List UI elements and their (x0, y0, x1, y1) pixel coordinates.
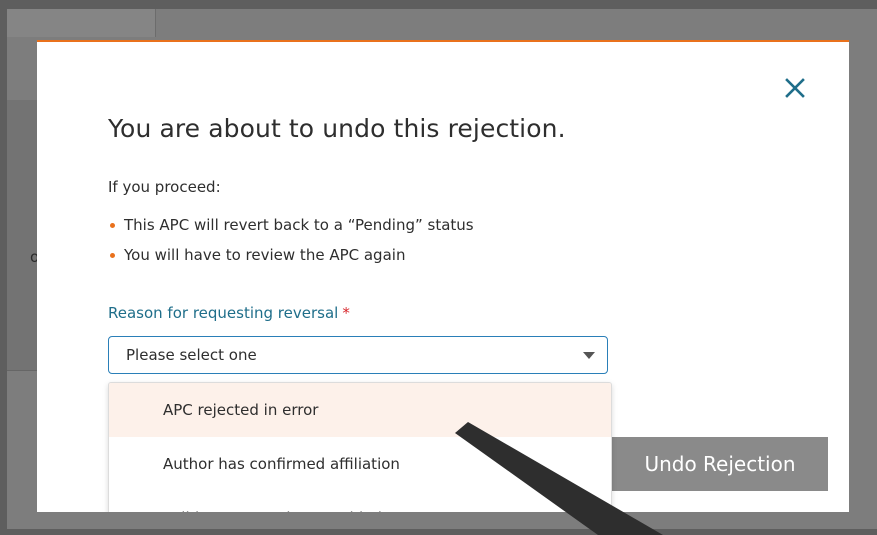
intro-text: If you proceed: (108, 178, 221, 196)
list-item: You will have to review the APC again (108, 242, 474, 272)
background-divider (7, 370, 37, 371)
list-item: This APC will revert back to a “Pending”… (108, 212, 474, 242)
dropdown-option[interactable]: Author has confirmed affiliation (109, 437, 611, 491)
dropdown-option[interactable]: Valid Grant Number provided (109, 491, 611, 512)
close-icon (785, 78, 805, 98)
required-marker: * (342, 304, 350, 322)
reason-select[interactable]: Please select one (108, 336, 608, 374)
caret-down-icon (583, 352, 595, 359)
dropdown-option[interactable]: APC rejected in error (109, 383, 611, 437)
reason-select-value: Please select one (126, 346, 257, 364)
background-header-strip (7, 9, 156, 37)
reason-field-label: Reason for requesting reversal * (108, 304, 350, 322)
reason-label-text: Reason for requesting reversal (108, 304, 339, 322)
consequence-list: This APC will revert back to a “Pending”… (108, 212, 474, 272)
list-item-text: You will have to review the APC again (124, 246, 406, 264)
reason-dropdown-menu: APC rejected in error Author has confirm… (108, 382, 612, 512)
screen: ol You are about to undo this rejection.… (0, 0, 877, 535)
bullet-dot-icon (110, 223, 115, 228)
undo-rejection-modal: You are about to undo this rejection. If… (37, 40, 849, 512)
close-button[interactable] (783, 76, 807, 100)
undo-rejection-button[interactable]: Undo Rejection (612, 437, 828, 491)
bullet-dot-icon (110, 253, 115, 258)
modal-title: You are about to undo this rejection. (108, 114, 566, 143)
list-item-text: This APC will revert back to a “Pending”… (124, 216, 474, 234)
background-left-band (7, 100, 37, 370)
